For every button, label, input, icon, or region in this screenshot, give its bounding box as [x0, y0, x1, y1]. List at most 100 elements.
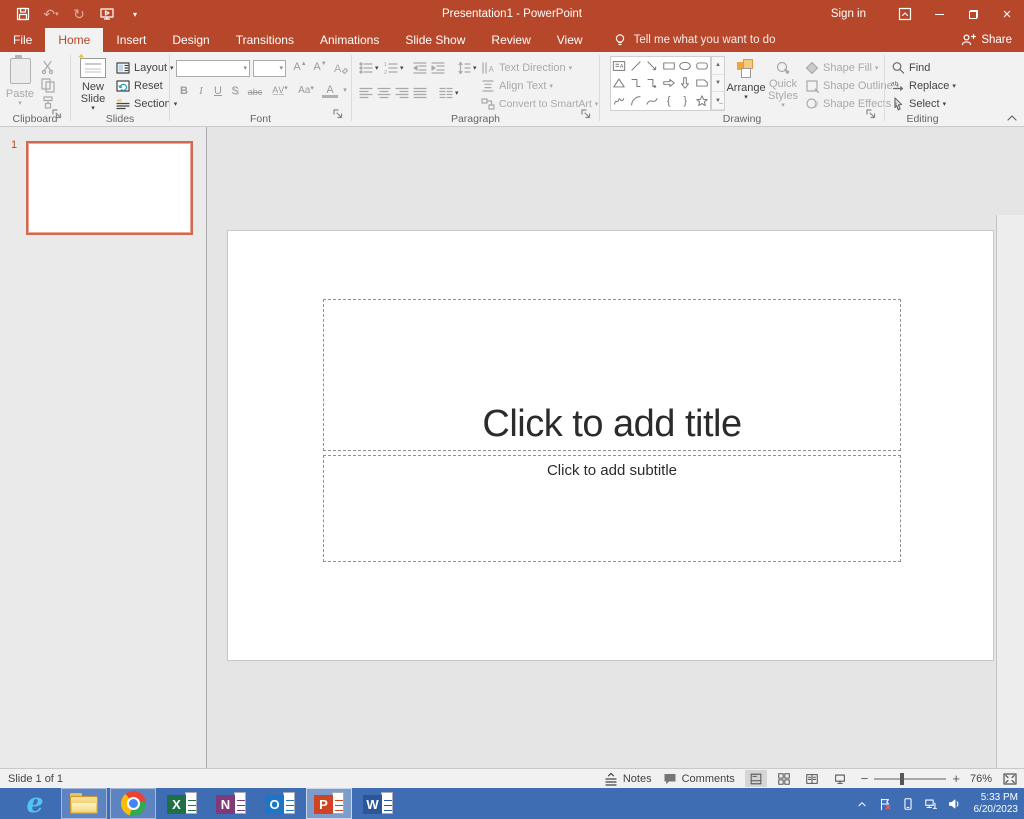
slide-thumbnail[interactable]: [26, 141, 193, 235]
new-slide-button[interactable]: New Slide ▾: [75, 58, 111, 112]
replace-button[interactable]: abReplace▾: [890, 78, 956, 94]
restore-button[interactable]: [956, 0, 990, 28]
underline-icon[interactable]: U: [210, 85, 226, 97]
customize-quick-access-icon[interactable]: ▾: [126, 5, 144, 23]
rounded-rectangle-shape[interactable]: [694, 57, 711, 75]
tab-home[interactable]: Home: [45, 28, 103, 52]
slide-canvas[interactable]: Click to add title Click to add subtitle: [207, 127, 1024, 768]
increase-font-size-icon[interactable]: A▲: [292, 61, 308, 73]
taskbar-clock[interactable]: 5:33 PM 6/20/2023: [970, 792, 1019, 816]
minimize-button[interactable]: [922, 0, 956, 28]
onenote-taskbar-icon[interactable]: N: [208, 788, 254, 819]
numbering-icon[interactable]: 12: [383, 60, 399, 76]
fit-slide-to-window-icon[interactable]: [1002, 771, 1018, 787]
quick-styles-button[interactable]: Quick Styles ▾: [766, 59, 800, 109]
tab-file[interactable]: File: [0, 28, 45, 52]
chrome-taskbar-icon[interactable]: [110, 788, 156, 819]
line-spacing-icon[interactable]: [456, 60, 472, 76]
align-left-icon[interactable]: [358, 85, 374, 101]
arc-shape[interactable]: [628, 92, 645, 110]
text-shadow-icon[interactable]: S: [227, 85, 243, 97]
slide-sorter-view-button[interactable]: [773, 770, 795, 787]
notes-button[interactable]: Notes: [603, 771, 652, 787]
share-button[interactable]: Share: [960, 28, 1012, 52]
font-size-combo[interactable]: ▾: [253, 60, 286, 77]
sign-in-link[interactable]: Sign in: [821, 0, 888, 28]
font-dialog-launcher-icon[interactable]: [332, 108, 348, 124]
elbow-arrow-shape[interactable]: [644, 75, 661, 93]
bold-icon[interactable]: B: [176, 85, 192, 97]
slide-thumbnail-panel[interactable]: 1: [0, 127, 207, 768]
tab-insert[interactable]: Insert: [103, 28, 159, 52]
decrease-font-size-icon[interactable]: A▼: [312, 61, 328, 73]
volume-icon[interactable]: [947, 797, 961, 811]
zoom-in-icon[interactable]: +: [952, 771, 960, 786]
arrow-shape[interactable]: [644, 57, 661, 75]
collapse-ribbon-icon[interactable]: [1004, 110, 1020, 126]
star-shape[interactable]: [694, 92, 711, 110]
arrange-button[interactable]: Arrange ▾: [728, 59, 764, 101]
select-button[interactable]: Select▾: [890, 96, 946, 112]
scribble-shape[interactable]: [611, 92, 628, 110]
text-direction-button[interactable]: AText Direction▾: [480, 60, 572, 76]
copy-icon[interactable]: [40, 77, 56, 93]
zoom-out-icon[interactable]: −: [861, 771, 869, 786]
ribbon-display-options-icon[interactable]: [888, 0, 922, 28]
increase-indent-icon[interactable]: [430, 60, 446, 76]
layout-button[interactable]: Layout▾: [115, 60, 174, 76]
down-arrow-shape[interactable]: [677, 75, 694, 93]
tab-transitions[interactable]: Transitions: [223, 28, 307, 52]
section-button[interactable]: Section▾: [115, 96, 177, 112]
tab-design[interactable]: Design: [159, 28, 222, 52]
zoom-slider-handle[interactable]: [900, 773, 904, 785]
align-right-icon[interactable]: [394, 85, 410, 101]
tablet-icon[interactable]: [901, 797, 915, 811]
excel-taskbar-icon[interactable]: X: [159, 788, 205, 819]
network-icon[interactable]: [924, 797, 938, 811]
left-brace-shape[interactable]: {: [661, 92, 678, 110]
italic-icon[interactable]: I: [193, 85, 209, 97]
powerpoint-taskbar-icon[interactable]: P: [306, 788, 352, 819]
shape-fill-button[interactable]: Shape Fill▾: [804, 60, 878, 76]
line-shape[interactable]: [628, 57, 645, 75]
cut-icon[interactable]: [40, 59, 56, 75]
clipboard-dialog-launcher-icon[interactable]: [51, 108, 67, 124]
slide-show-view-button[interactable]: [829, 770, 851, 787]
word-taskbar-icon[interactable]: W: [355, 788, 401, 819]
slide[interactable]: Click to add title Click to add subtitle: [227, 230, 994, 661]
internet-explorer-taskbar-icon[interactable]: e: [12, 788, 58, 819]
right-brace-shape[interactable]: }: [677, 92, 694, 110]
curve-shape[interactable]: [644, 92, 661, 110]
columns-icon[interactable]: [438, 85, 454, 101]
right-arrow-shape[interactable]: [661, 75, 678, 93]
clear-formatting-icon[interactable]: A: [333, 60, 349, 76]
reset-button[interactable]: Reset: [115, 78, 163, 94]
paste-button[interactable]: Paste ▾: [5, 58, 35, 107]
paragraph-dialog-launcher-icon[interactable]: [580, 108, 596, 124]
reading-view-button[interactable]: [801, 770, 823, 787]
tab-review[interactable]: Review: [478, 28, 543, 52]
title-placeholder[interactable]: Click to add title: [323, 299, 901, 451]
zoom-slider[interactable]: [874, 778, 946, 780]
align-center-icon[interactable]: [376, 85, 392, 101]
font-name-combo[interactable]: ▾: [176, 60, 250, 77]
close-button[interactable]: ×: [990, 0, 1024, 28]
change-case-icon[interactable]: Aa▾: [294, 85, 318, 96]
elbow-connector-shape[interactable]: [628, 75, 645, 93]
shape-gallery-scrollbar[interactable]: ▲ ▼ ▼̲: [711, 56, 725, 111]
character-spacing-icon[interactable]: A̲V̲▾: [268, 85, 292, 95]
vertical-scrollbar[interactable]: [996, 215, 1024, 768]
tab-animations[interactable]: Animations: [307, 28, 392, 52]
tell-me-box[interactable]: Tell me what you want to do: [612, 28, 776, 52]
gallery-more-icon[interactable]: ▼̲: [712, 92, 724, 110]
save-icon[interactable]: [14, 5, 32, 23]
tab-view[interactable]: View: [544, 28, 596, 52]
find-button[interactable]: Find: [890, 60, 930, 76]
gallery-scroll-down-icon[interactable]: ▼: [712, 75, 724, 93]
strikethrough-icon[interactable]: abc: [244, 87, 266, 97]
bullets-icon[interactable]: [358, 60, 374, 76]
start-from-beginning-icon[interactable]: [98, 5, 116, 23]
triangle-shape[interactable]: [611, 75, 628, 93]
gallery-scroll-up-icon[interactable]: ▲: [712, 57, 724, 75]
decrease-indent-icon[interactable]: [412, 60, 428, 76]
